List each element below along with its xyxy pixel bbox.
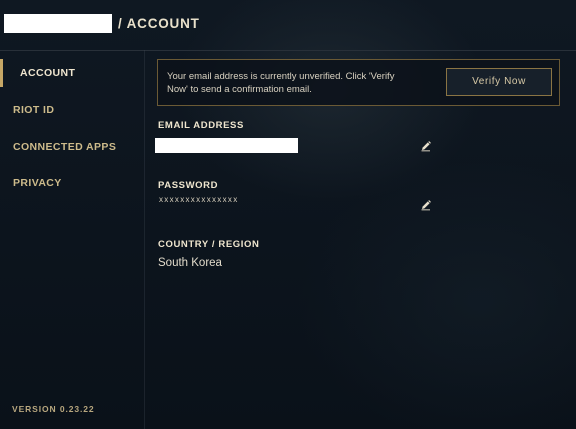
sidebar-item-privacy[interactable]: PRIVACY xyxy=(0,168,140,198)
redacted-username xyxy=(4,14,112,33)
country-region-label: COUNTRY / REGION xyxy=(158,239,260,250)
country-region-value: South Korea xyxy=(158,257,222,269)
sidebar-divider xyxy=(144,50,145,429)
version-label: VERSION 0.23.22 xyxy=(12,404,95,414)
unverified-email-notice: Your email address is currently unverifi… xyxy=(157,59,560,106)
notice-text: Your email address is currently unverifi… xyxy=(167,71,395,95)
page-title: / ACCOUNT xyxy=(118,16,200,31)
sidebar-item-account[interactable]: ACCOUNT xyxy=(0,58,140,88)
pencil-icon[interactable] xyxy=(420,199,432,211)
redacted-email-value xyxy=(155,138,298,153)
password-label: PASSWORD xyxy=(158,180,219,191)
verify-now-button[interactable]: Verify Now xyxy=(446,68,552,96)
pencil-icon[interactable] xyxy=(420,140,432,152)
sidebar-item-riot-id[interactable]: RIOT ID xyxy=(0,95,140,125)
header-bar: / ACCOUNT xyxy=(0,0,576,51)
password-value: xxxxxxxxxxxxxxx xyxy=(159,195,239,204)
sidebar-item-connected-apps[interactable]: CONNECTED APPS xyxy=(0,132,140,162)
email-label: EMAIL ADDRESS xyxy=(158,120,244,131)
